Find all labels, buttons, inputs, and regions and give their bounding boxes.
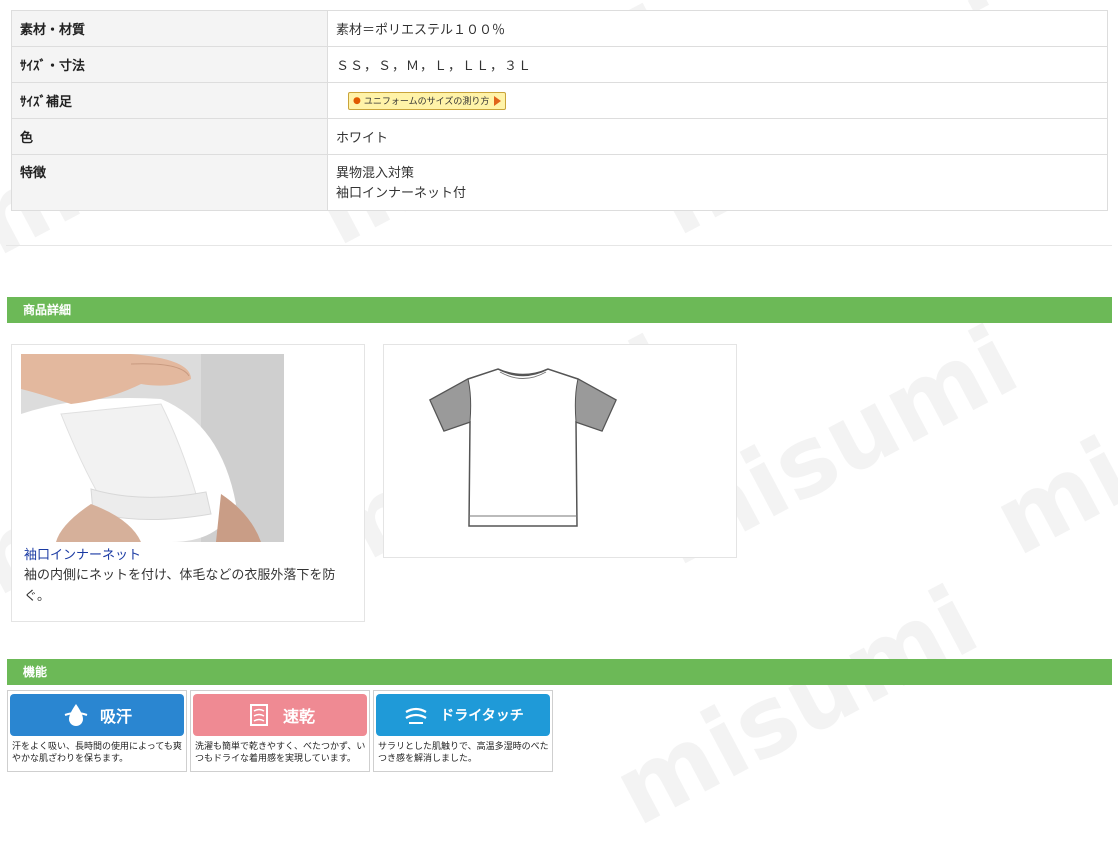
wind-icon	[402, 701, 430, 729]
spec-row: 素材・材質 素材＝ポリエステル１００％	[11, 10, 1108, 47]
feature-card: 速乾 洗濯も簡単で乾きやすく、べたつかず、いつもドライな着用感を実現しています。	[190, 690, 370, 772]
spec-label: 特徴	[11, 154, 328, 211]
feature-card: 吸汗 汗をよく吸い、長時間の使用によっても爽やかな肌ざわりを保ちます。	[7, 690, 187, 772]
detail-caption-title[interactable]: 袖口インナーネット	[24, 544, 141, 563]
spec-value: ＳＳ，Ｓ，Ｍ，Ｌ，ＬＬ，３Ｌ	[327, 46, 1108, 83]
spec-value: 異物混入対策 袖口インナーネット付	[327, 154, 1108, 211]
size-guide-button[interactable]: ● ユニフォームのサイズの測り方	[348, 91, 507, 110]
watermark: misumi	[976, 294, 1118, 578]
spec-label: 素材・材質	[11, 10, 328, 47]
spec-value: ● ユニフォームのサイズの測り方	[327, 82, 1108, 119]
feature-title: ドライタッチ	[440, 708, 524, 724]
spec-row: 色 ホワイト	[11, 118, 1108, 155]
section-header-detail: 商品詳細	[7, 297, 1112, 323]
spec-label: 色	[11, 118, 328, 155]
feature-head: 吸汗	[10, 694, 184, 736]
sleeve-photo	[21, 354, 284, 542]
arrow-right-icon	[494, 95, 502, 106]
divider	[6, 245, 1112, 246]
spec-row: 特徴 異物混入対策 袖口インナーネット付	[11, 154, 1108, 211]
section-header-features: 機能	[7, 659, 1112, 685]
spec-table: 素材・材質 素材＝ポリエステル１００％ ｻｲｽﾞ・寸法 ＳＳ，Ｓ，Ｍ，Ｌ，ＬＬ，…	[11, 10, 1108, 211]
drop-icon	[62, 701, 90, 729]
bullet-icon: ●	[353, 95, 361, 106]
tshirt-illustration	[429, 368, 617, 527]
watermark: misumi	[596, 564, 995, 847]
detail-caption-text: 袖の内側にネットを付け、体毛などの衣服外落下を防ぐ。	[24, 568, 336, 604]
spec-label: ｻｲｽﾞ補足	[11, 82, 328, 119]
feature-desc: サラリとした肌触りで、高温多湿時のべたつき感を解消しました。	[378, 742, 549, 764]
feature-head: ドライタッチ	[376, 694, 550, 736]
feature-head: 速乾	[193, 694, 367, 736]
feature-line: 袖口インナーネット付	[336, 186, 467, 201]
spec-value: ホワイト	[327, 118, 1108, 155]
spec-value: 素材＝ポリエステル１００％	[327, 10, 1108, 47]
feature-card: ドライタッチ サラリとした肌触りで、高温多湿時のべたつき感を解消しました。	[373, 690, 553, 772]
spec-label: ｻｲｽﾞ・寸法	[11, 46, 328, 83]
shirt-dry-icon	[245, 701, 273, 729]
feature-title: 速乾	[282, 707, 315, 726]
feature-desc: 洗濯も簡単で乾きやすく、べたつかず、いつもドライな着用感を実現しています。	[195, 742, 366, 764]
feature-line: 異物混入対策	[336, 166, 415, 181]
feature-desc: 汗をよく吸い、長時間の使用によっても爽やかな肌ざわりを保ちます。	[12, 742, 182, 764]
size-guide-label: ユニフォームのサイズの測り方	[363, 97, 490, 107]
feature-title: 吸汗	[99, 707, 132, 726]
spec-row: ｻｲｽﾞ補足 ● ユニフォームのサイズの測り方	[11, 82, 1108, 119]
spec-row: ｻｲｽﾞ・寸法 ＳＳ，Ｓ，Ｍ，Ｌ，ＬＬ，３Ｌ	[11, 46, 1108, 83]
